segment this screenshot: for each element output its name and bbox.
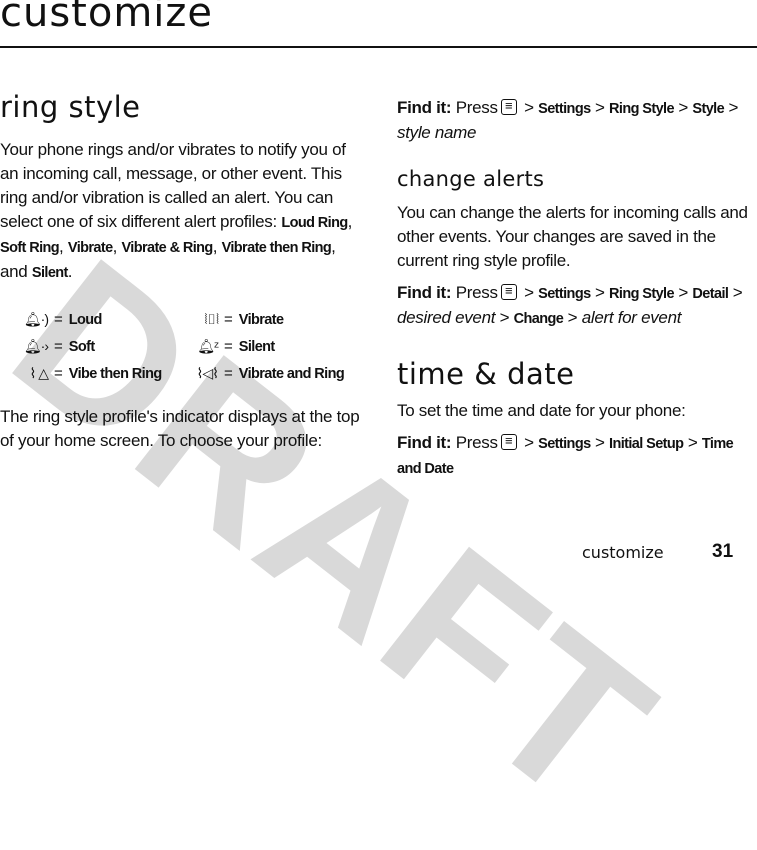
menu-path-step: Settings [538,101,591,117]
ring-style-section: ring style Your phone rings and/or vibra… [0,90,365,285]
indicator-text: The ring style profile's indicator displ… [0,407,360,450]
press-text: Press [455,433,498,452]
vibrate-and-ring-icon: ⌇◁⌇ [196,365,219,381]
silent-icon: 🔔︎ᶻ [197,338,219,354]
manual-page: customize ring style Your phone rings an… [0,0,757,565]
menu-key-icon [500,432,517,450]
menu-path-step: Detail [692,286,729,302]
menu-key-icon [500,282,517,300]
legend-item-loud: 🔔︎·) = Loud [8,306,103,333]
legend-row: ⌇ △ = Vibe then Ring ⌇◁⌇ = Vibrate and R… [0,360,370,387]
ring-style-heading: ring style [0,90,141,124]
equals-sign: = [54,338,63,355]
menu-path-step: desired event [397,308,496,327]
profile-name: Soft Ring [0,240,60,256]
ring-style-intro: Your phone rings and/or vibrates to noti… [0,138,365,285]
legend-row: 🔔︎·) = Loud ⦚▯⦚ = Vibrate [0,306,370,333]
legend-row: 🔔︎·› = Soft 🔔︎ᶻ = Silent [0,333,370,360]
loud-ring-icon: 🔔︎·) [23,311,49,327]
legend-label: Loud [68,311,103,328]
alert-icon-legend: 🔔︎·) = Loud ⦚▯⦚ = Vibrate 🔔︎·› = Soft 🔔︎… [0,306,370,387]
legend-item-vibrate: ⦚▯⦚ = Vibrate [178,306,284,333]
menu-path-step: Ring Style [609,101,675,117]
press-text: Press [455,98,498,117]
vibe-then-ring-icon: ⌇ △ [29,365,50,381]
menu-path-step: Initial Setup [609,436,684,452]
legend-label: Soft [68,338,95,355]
profile-name: Loud Ring [281,215,348,231]
page-number: 31 [712,541,734,562]
right-column: Find it: Press > Settings > Ring Style >… [397,96,757,481]
equals-sign: = [224,365,233,382]
legend-label: Silent [238,338,275,355]
equals-sign: = [224,338,233,355]
menu-key-icon [500,97,517,115]
menu-path-step: Settings [538,436,591,452]
legend-item-soft: 🔔︎·› = Soft [8,333,95,360]
menu-path-step: Change [513,311,564,327]
soft-ring-icon: 🔔︎·› [23,338,49,354]
menu-path-step: Ring Style [609,286,675,302]
find-it-label: Find it: [397,283,452,302]
equals-sign: = [54,365,63,382]
profile-name: Vibrate [67,240,113,256]
time-date-text: To set the time and date for your phone: [397,401,686,420]
menu-path-step: Settings [538,286,591,302]
profile-name: Vibrate & Ring [121,240,213,256]
find-it-label: Find it: [397,98,452,117]
vibrate-icon: ⦚▯⦚ [204,311,219,327]
time-date-find-it: Find it: Press > Settings > Initial Setu… [397,431,757,481]
footer-section-name: customize [582,543,664,562]
ring-style-find-it: Find it: Press > Settings > Ring Style >… [397,96,757,145]
change-alerts-text: You can change the alerts for incoming c… [397,203,748,270]
legend-label: Vibe then Ring [68,365,162,382]
profile-name: Silent [31,265,68,281]
press-text: Press [455,283,498,302]
legend-label: Vibrate and Ring [238,365,345,382]
change-alerts-find-it: Find it: Press > Settings > Ring Style >… [397,281,757,331]
menu-path-step: alert for event [581,308,682,327]
equals-sign: = [54,311,63,328]
menu-path-step: Style [692,101,725,117]
legend-label: Vibrate [238,311,284,328]
title-divider [0,46,757,48]
legend-item-silent: 🔔︎ᶻ = Silent [178,333,275,360]
find-it-label: Find it: [397,433,452,452]
legend-item-vibe-then-ring: ⌇ △ = Vibe then Ring [8,360,163,387]
time-date-heading: time & date [397,357,575,391]
page-title: customize [0,0,214,36]
legend-item-vibrate-and-ring: ⌇◁⌇ = Vibrate and Ring [178,360,345,387]
change-alerts-heading: change alerts [397,167,545,191]
profile-name: Vibrate then Ring [221,240,332,256]
equals-sign: = [224,311,233,328]
menu-path-step: style name [397,123,477,142]
